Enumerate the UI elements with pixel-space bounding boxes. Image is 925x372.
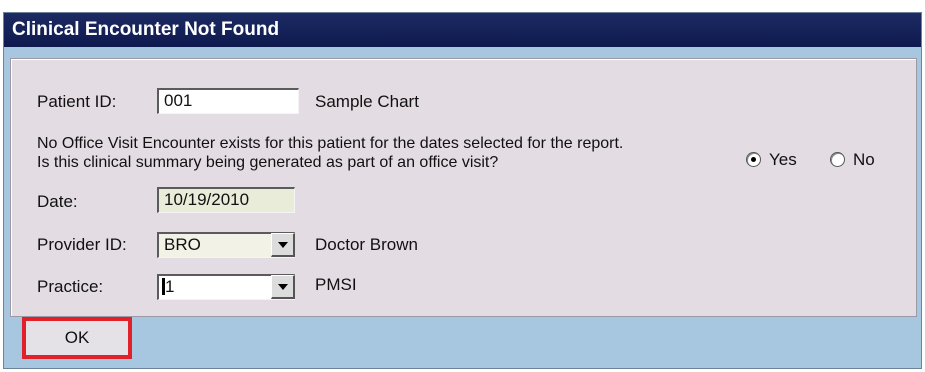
patient-id-field[interactable]: 001 bbox=[157, 88, 299, 114]
practice-name-text: PMSI bbox=[315, 275, 357, 294]
dialog-window: Clinical Encounter Not Found Patient ID:… bbox=[3, 12, 922, 369]
yes-radio-label: Yes bbox=[769, 150, 797, 169]
message-line-2: Is this clinical summary being generated… bbox=[37, 154, 499, 171]
provider-dropdown-button[interactable] bbox=[271, 233, 295, 257]
form-panel: Patient ID: 001 Sample Chart No Office V… bbox=[10, 58, 917, 317]
provider-name-text: Doctor Brown bbox=[315, 235, 418, 254]
provider-id-value: BRO bbox=[164, 235, 201, 254]
practice-label: Practice: bbox=[37, 277, 104, 296]
yes-radio[interactable] bbox=[746, 152, 761, 167]
ok-button[interactable]: OK bbox=[22, 317, 132, 359]
no-radio[interactable] bbox=[830, 152, 845, 167]
practice-dropdown-button[interactable] bbox=[271, 275, 295, 299]
radio-selected-dot bbox=[751, 157, 756, 162]
patient-id-label: Patient ID: bbox=[37, 92, 117, 111]
date-label: Date: bbox=[37, 192, 78, 211]
dialog-title: Clinical Encounter Not Found bbox=[4, 13, 921, 47]
message-line-1: No Office Visit Encounter exists for thi… bbox=[37, 135, 624, 152]
practice-value: 1 bbox=[165, 277, 175, 296]
chevron-down-icon bbox=[278, 242, 288, 248]
patient-name-text: Sample Chart bbox=[315, 92, 419, 111]
chevron-down-icon bbox=[278, 284, 288, 290]
no-radio-label: No bbox=[853, 150, 875, 169]
provider-id-label: Provider ID: bbox=[37, 235, 127, 254]
date-field[interactable]: 10/19/2010 bbox=[157, 187, 295, 213]
